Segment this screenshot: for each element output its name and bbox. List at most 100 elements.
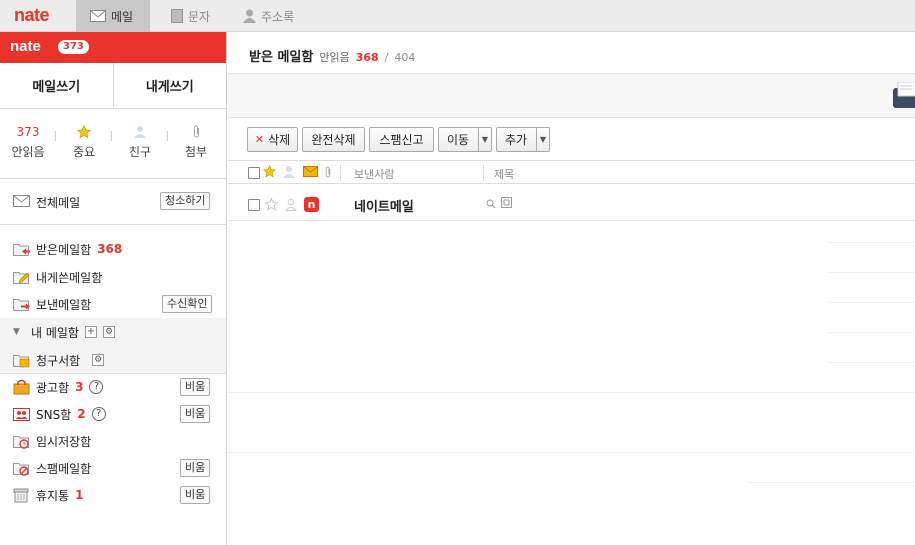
tab-sms[interactable]: 문자 (157, 0, 224, 32)
person-icon (112, 125, 168, 140)
paperclip-icon[interactable] (324, 166, 332, 181)
chevron-down-icon[interactable]: ▼ (478, 128, 491, 151)
folder-label: 내게쓴메일함 (36, 270, 103, 285)
spam-report-button[interactable]: 스팸신고 (369, 127, 434, 152)
chevron-down-icon[interactable]: ▼ (536, 128, 549, 151)
folder-count: 2 (77, 407, 86, 421)
move-dropdown[interactable]: 이동 ▼ (438, 127, 492, 152)
folder-inbox[interactable]: 받은메일함 368 (13, 240, 122, 258)
folder-sent[interactable]: 보낸메일함 (13, 295, 91, 313)
bill-folder-icon (13, 353, 30, 368)
open-new-window-icon[interactable] (501, 197, 512, 211)
star-outline-icon[interactable] (264, 197, 279, 214)
button-label: 이동 (447, 133, 470, 147)
divider (828, 362, 915, 363)
tab-contacts[interactable]: 주소록 (229, 0, 308, 32)
select-all-checkbox[interactable] (248, 167, 260, 179)
unread-label: 안읽음 (319, 51, 350, 64)
unread-count[interactable]: 368 (356, 51, 379, 64)
folder-sns[interactable]: SNS함 2 ? (13, 405, 106, 423)
sender-column-header[interactable]: 보낸사람 (354, 166, 394, 182)
folder-ad[interactable]: 광고함 3 ? (13, 378, 104, 396)
folder-bill[interactable]: 청구서함 ⚙ (13, 351, 105, 369)
trash-icon (13, 488, 30, 503)
sidebar-logo[interactable]: nate (10, 38, 41, 55)
divider (828, 332, 915, 333)
clean-button[interactable]: 청소하기 (160, 192, 211, 210)
preview-search-icon[interactable] (486, 198, 496, 212)
subject-column-header[interactable]: 제목 (494, 166, 514, 182)
spam-block-icon (13, 461, 30, 476)
divider (228, 452, 915, 453)
divider (340, 165, 341, 181)
table-row[interactable]: n 네이트메일 (228, 184, 915, 221)
folder-label: 청구서함 (36, 353, 81, 368)
quick-attachment[interactable]: 첨부 (168, 125, 224, 160)
empty-button[interactable]: 비움 (180, 405, 211, 423)
folder-count: 3 (75, 380, 84, 394)
settings-gear-icon[interactable]: ⚙ (102, 326, 115, 338)
my-mailbox-header[interactable]: ▼ 내 메일함 + ⚙ (13, 323, 115, 341)
write-self-button[interactable]: 내게쓰기 (112, 63, 227, 108)
quick-filters: 373 안읽음 중요 친구 첨부 (0, 109, 226, 179)
button-label: 삭제 (268, 133, 291, 147)
divider (483, 165, 484, 181)
list-header: 보낸사람 제목 (228, 160, 915, 184)
empty-button[interactable]: 비움 (180, 459, 211, 477)
write-buttons: 메일쓰기 내게쓰기 (0, 63, 226, 109)
collapse-triangle-icon[interactable]: ▼ (13, 327, 25, 337)
delete-button[interactable]: ✕ 삭제 (247, 127, 298, 152)
unread-count: 373 (16, 125, 40, 139)
person-outline-icon[interactable] (284, 198, 298, 214)
sns-people-icon (13, 407, 30, 421)
delete-all-button[interactable]: 완전삭제 (302, 127, 365, 152)
sender-name[interactable]: 네이트메일 (354, 196, 414, 215)
folder-label: 스팸메일함 (36, 461, 92, 476)
star-icon (56, 124, 112, 140)
nate-logo[interactable]: nate (14, 5, 50, 26)
empty-button[interactable]: 비움 (180, 378, 211, 396)
nate-n-icon: n (304, 197, 319, 212)
tab-label: 메일 (111, 9, 134, 24)
add-folder-icon[interactable]: + (84, 326, 97, 338)
folder-self-mail[interactable]: 내게쓴메일함 (13, 268, 102, 286)
folder-spam[interactable]: 스팸메일함 (13, 459, 91, 477)
star-sort-icon[interactable] (262, 164, 277, 181)
empty-button[interactable]: 비움 (180, 486, 211, 504)
total-count: 404 (394, 51, 416, 64)
separator: / (384, 51, 389, 64)
sent-icon (13, 297, 30, 311)
help-icon[interactable]: ? (91, 407, 106, 421)
read-receipt-button[interactable]: 수신확인 (162, 295, 213, 313)
add-dropdown[interactable]: 추가 ▼ (496, 127, 550, 152)
quick-important[interactable]: 중요 (56, 124, 112, 160)
folder-label: 임시저장함 (36, 434, 92, 449)
folder-label: SNS함 (36, 407, 72, 422)
all-mail-item[interactable]: 전체메일 (13, 193, 80, 211)
row-checkbox[interactable] (248, 199, 260, 211)
settings-gear-icon[interactable]: ⚙ (92, 354, 105, 366)
delete-x-icon: ✕ (254, 133, 265, 146)
quick-label: 안읽음 (11, 145, 45, 159)
main-panel: 받은 메일함 안읽음 368 / 404 ✕ 삭제 완전삭제 스팸신고 이동 ▼… (228, 32, 915, 545)
clock-folder-icon (13, 434, 30, 449)
folder-draft[interactable]: 임시저장함 (13, 432, 91, 450)
open-envelope-icon[interactable] (893, 81, 915, 113)
divider (828, 302, 915, 303)
tab-mail[interactable]: 메일 (76, 0, 150, 32)
button-label: 추가 (505, 133, 528, 147)
divider (828, 272, 915, 273)
page-title: 받은 메일함 안읽음 368 / 404 (249, 46, 415, 65)
read-status-icon[interactable] (303, 166, 318, 180)
folder-label: 보낸메일함 (36, 297, 92, 312)
folder-label: 받은메일함 (36, 242, 92, 257)
all-mail-section: 전체메일 청소하기 (0, 179, 226, 225)
mail-icon (90, 10, 106, 22)
person-sort-icon[interactable] (283, 165, 295, 181)
folder-label: 내 메일함 (31, 325, 79, 340)
folder-trash[interactable]: 휴지통 1 (13, 486, 83, 504)
write-mail-button[interactable]: 메일쓰기 (0, 63, 113, 108)
quick-friends[interactable]: 친구 (112, 125, 168, 160)
quick-unread[interactable]: 373 안읽음 (0, 125, 56, 160)
help-icon[interactable]: ? (89, 380, 104, 394)
